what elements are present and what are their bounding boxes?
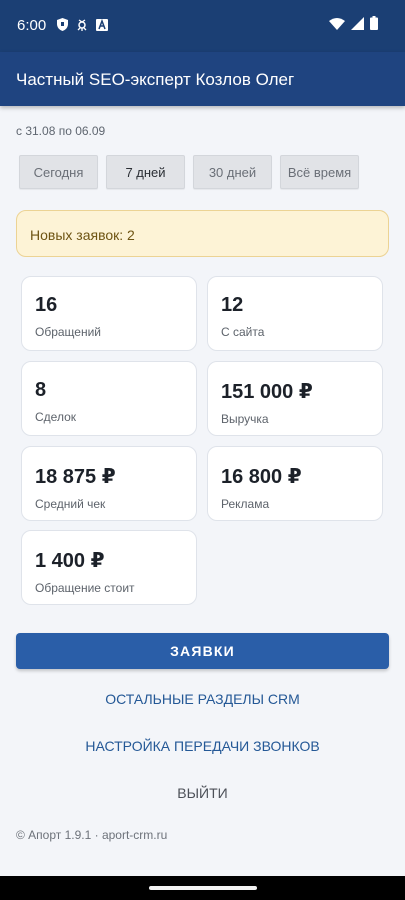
period-filters: Сегодня 7 дней 30 дней Всё время — [19, 155, 359, 189]
new-requests-notice[interactable]: Новых заявок: 2 — [16, 210, 389, 257]
battery-icon — [370, 16, 378, 35]
logout-button[interactable]: ВЫЙТИ — [0, 785, 405, 801]
stat-card-from-site: 12 С сайта — [207, 276, 383, 351]
filter-all-time-button[interactable]: Всё время — [280, 155, 359, 189]
footer-version: © Апорт 1.9.1 · aport-crm.ru — [16, 828, 168, 842]
signal-icon — [351, 16, 364, 35]
stat-value: 8 — [35, 379, 47, 401]
bug-icon — [76, 18, 88, 36]
font-icon — [96, 18, 108, 36]
page-title: Частный SEO-эксперт Козлов Олег — [16, 70, 295, 89]
stat-label: Обращений — [35, 325, 101, 339]
filter-today-button[interactable]: Сегодня — [19, 155, 98, 189]
date-range: с 31.08 по 06.09 — [16, 124, 106, 138]
stat-card-revenue: 151 000 ₽ Выручка — [207, 361, 383, 436]
call-forwarding-settings-button[interactable]: НАСТРОЙКА ПЕРЕДАЧИ ЗВОНКОВ — [0, 738, 405, 754]
system-nav-bar — [0, 876, 405, 900]
stat-card-advertising: 16 800 ₽ Реклама — [207, 446, 383, 521]
status-bar: 6:00 — [0, 0, 405, 52]
app-bar: Частный SEO-эксперт Козлов Олег — [0, 52, 405, 106]
stat-card-requests: 16 Обращений — [21, 276, 197, 351]
filter-7-days-button[interactable]: 7 дней — [106, 155, 185, 189]
other-crm-sections-button[interactable]: ОСТАЛЬНЫЕ РАЗДЕЛЫ CRM — [0, 691, 405, 707]
stat-label: Обращение стоит — [35, 581, 135, 595]
stat-card-average-check: 18 875 ₽ Средний чек — [21, 446, 197, 521]
stat-label: С сайта — [221, 325, 265, 339]
stat-card-deals: 8 Сделок — [21, 361, 197, 436]
stat-value: 16 — [35, 294, 58, 316]
status-time: 6:00 — [17, 17, 47, 34]
shield-icon — [57, 18, 68, 36]
home-gesture-handle[interactable] — [149, 886, 257, 890]
stat-value: 12 — [221, 294, 244, 316]
stat-value: 16 800 ₽ — [221, 466, 302, 488]
stat-label: Выручка — [221, 412, 269, 426]
stat-label: Сделок — [35, 410, 77, 424]
stat-value: 18 875 ₽ — [35, 466, 116, 488]
stat-value: 151 000 ₽ — [221, 381, 313, 403]
stat-value: 1 400 ₽ — [35, 550, 105, 572]
stat-card-cost-per-request: 1 400 ₽ Обращение стоит — [21, 530, 197, 605]
wifi-icon — [329, 17, 345, 35]
filter-30-days-button[interactable]: 30 дней — [193, 155, 272, 189]
stat-label: Реклама — [221, 497, 270, 511]
requests-button[interactable]: ЗАЯВКИ — [16, 633, 389, 669]
stat-label: Средний чек — [35, 497, 106, 511]
